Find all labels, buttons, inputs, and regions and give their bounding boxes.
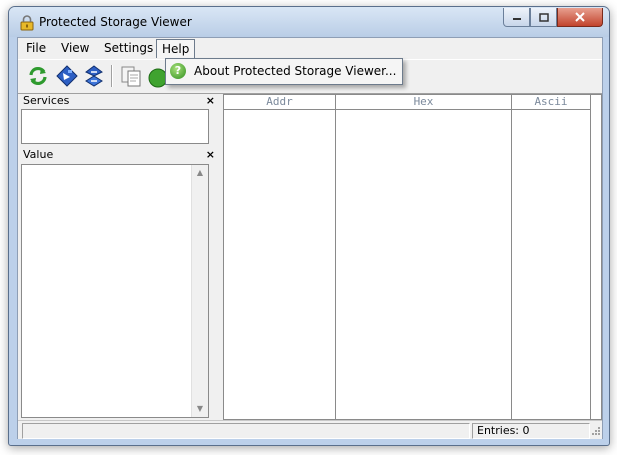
help-question-icon: ? (170, 63, 186, 79)
value-pane-header: Value × (21, 148, 218, 163)
menu-settings[interactable]: Settings (99, 40, 158, 56)
minimize-icon (512, 18, 521, 20)
left-pane: Services × Value × ▲ ▼ (21, 94, 218, 418)
caption-buttons (503, 8, 603, 27)
client-area: File View Settings Help Services × Value… (17, 37, 603, 439)
entries-count: Entries: 0 (477, 424, 530, 437)
scroll-up-icon[interactable]: ▲ (192, 165, 208, 181)
column-divider (335, 110, 336, 419)
help-dropdown-menu: ? About Protected Storage Viewer... (165, 58, 403, 85)
swap-icon[interactable] (82, 64, 106, 88)
unlock-icon[interactable] (55, 64, 79, 88)
value-scrollbar[interactable]: ▲ ▼ (191, 165, 208, 417)
lock-icon (20, 15, 34, 31)
services-list[interactable] (21, 109, 209, 144)
status-bar: Entries: 0 (18, 420, 602, 439)
menu-item-about[interactable]: About Protected Storage Viewer... (194, 64, 396, 78)
menu-bar: File View Settings Help (18, 38, 602, 58)
column-divider (590, 110, 591, 419)
status-cell-entries: Entries: 0 (472, 423, 590, 439)
value-textbox[interactable]: ▲ ▼ (21, 164, 209, 418)
refresh-icon[interactable] (26, 64, 50, 88)
toolbar-separator (111, 65, 113, 87)
window-title: Protected Storage Viewer (39, 15, 192, 29)
title-bar[interactable]: Protected Storage Viewer (9, 7, 609, 37)
column-header-hex[interactable]: Hex (336, 95, 512, 110)
services-pane-title: Services (23, 94, 70, 107)
column-divider (511, 110, 512, 419)
menu-view[interactable]: View (56, 40, 94, 56)
minimize-button[interactable] (503, 8, 530, 27)
resize-grip-icon[interactable] (589, 426, 601, 438)
menu-help[interactable]: Help (156, 39, 196, 58)
status-cell-main (22, 423, 470, 439)
close-icon (575, 12, 585, 22)
main-window: Protected Storage Viewer File View Setti… (8, 6, 610, 446)
column-header-ascii[interactable]: Ascii (512, 95, 591, 110)
menu-file[interactable]: File (21, 40, 51, 56)
value-close-icon[interactable]: × (206, 148, 215, 161)
close-button[interactable] (557, 8, 603, 27)
hex-grid[interactable]: Addr Hex Ascii (223, 94, 602, 420)
services-pane-header: Services × (21, 94, 218, 109)
scroll-down-icon[interactable]: ▼ (192, 401, 208, 417)
copy-icon[interactable] (119, 64, 143, 88)
value-pane-title: Value (23, 148, 54, 161)
maximize-button[interactable] (530, 8, 557, 27)
column-header-addr[interactable]: Addr (224, 95, 336, 110)
maximize-icon (538, 12, 549, 22)
services-close-icon[interactable]: × (206, 94, 215, 107)
